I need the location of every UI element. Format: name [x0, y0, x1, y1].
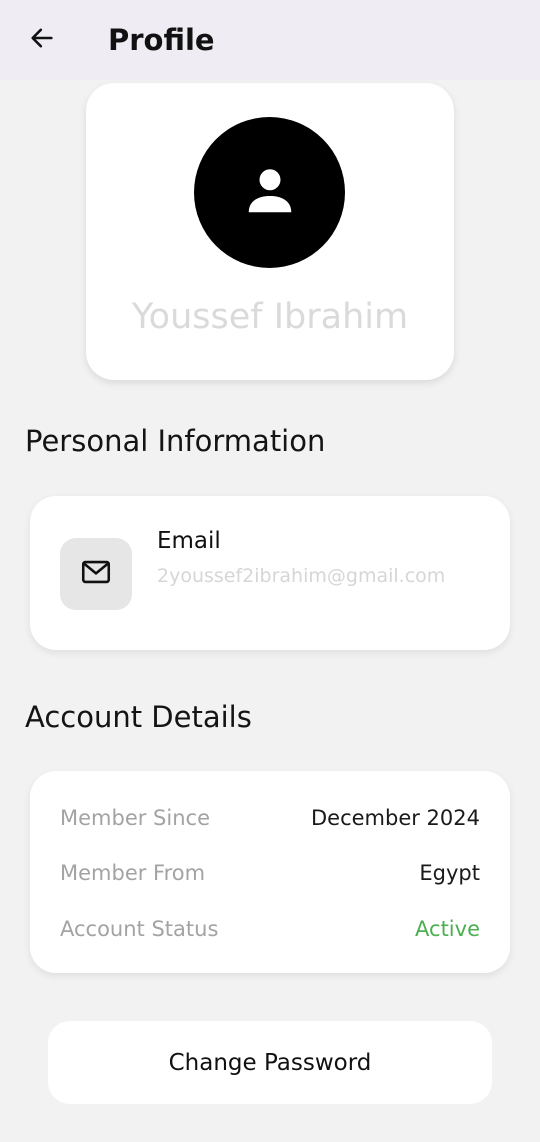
page-title: Profile: [108, 23, 215, 57]
status-badge: Active: [415, 917, 480, 941]
detail-label: Account Status: [60, 917, 219, 941]
person-icon: [240, 161, 300, 225]
change-password-button[interactable]: Change Password: [48, 1021, 492, 1104]
personal-information-heading: Personal Information: [25, 424, 326, 458]
detail-label: Member Since: [60, 806, 210, 830]
mail-icon: [79, 555, 113, 593]
detail-row-member-since: Member Since December 2024: [60, 803, 480, 833]
account-details-heading: Account Details: [25, 700, 252, 734]
back-button[interactable]: [22, 20, 62, 60]
avatar[interactable]: [194, 117, 345, 268]
profile-card: Youssef Ibrahim: [86, 83, 454, 380]
arrow-left-icon: [28, 24, 56, 56]
email-value: 2youssef2ibrahim@gmail.com: [157, 565, 446, 587]
profile-name: Youssef Ibrahim: [131, 297, 409, 337]
detail-value: Egypt: [419, 861, 480, 885]
app-bar: Profile: [0, 0, 540, 80]
detail-row-account-status: Account Status Active: [60, 914, 480, 944]
email-label: Email: [157, 528, 221, 554]
email-card: Email 2youssef2ibrahim@gmail.com: [30, 496, 510, 650]
detail-value: December 2024: [310, 806, 480, 830]
detail-label: Member From: [60, 861, 206, 885]
detail-row-member-from: Member From Egypt: [60, 858, 480, 888]
account-details-card: Member Since December 2024 Member From E…: [30, 771, 510, 973]
email-icon-box: [60, 538, 132, 610]
